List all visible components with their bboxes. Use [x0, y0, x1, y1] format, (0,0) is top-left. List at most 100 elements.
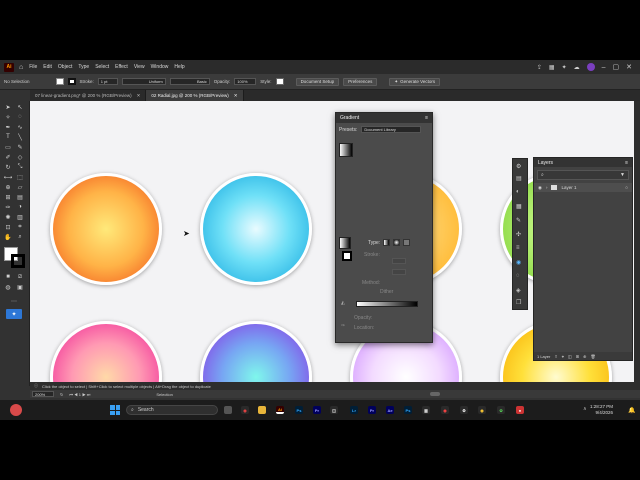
visibility-eye-icon[interactable]: ◉ [538, 185, 542, 191]
draw-mode-icon[interactable]: ◍ [4, 283, 12, 291]
generative-icon[interactable]: ✦ [6, 309, 22, 319]
chrome-canary-icon[interactable]: ◉ [478, 406, 486, 414]
menu-effect[interactable]: Effect [115, 64, 128, 70]
perspective-icon[interactable]: ▱ [16, 183, 24, 191]
presets-dropdown[interactable]: Document Library [361, 126, 422, 133]
radial-gradient-circle-pink[interactable] [50, 321, 162, 386]
weather-icon[interactable] [10, 404, 22, 416]
home-icon[interactable]: ⌂ [19, 64, 23, 71]
app-icon-2[interactable]: ▥ [422, 406, 430, 414]
blend-icon[interactable]: ◑ [16, 203, 24, 211]
arrange-icon[interactable]: ▦ [549, 64, 555, 71]
pen-tool-icon[interactable]: ✒ [4, 123, 12, 131]
zoom-dropdown[interactable]: 200% [32, 391, 54, 397]
free-transform-icon[interactable]: ⬚ [16, 173, 24, 181]
premiere-icon[interactable]: Pr [313, 406, 321, 414]
brush-definition[interactable]: Basic [169, 78, 210, 85]
chrome-icon[interactable]: ◉ [241, 406, 249, 414]
selection-tool-icon[interactable]: ➤ [4, 103, 12, 111]
brushes-icon[interactable]: ✎ [516, 217, 521, 224]
line-tool-icon[interactable]: ╲ [16, 133, 24, 141]
slice-icon[interactable]: ⌗ [16, 223, 24, 231]
panel-menu-icon[interactable]: ≡ [425, 115, 428, 121]
stroke-panel-icon[interactable]: ≡ [516, 245, 520, 251]
stroke-gradient-icon[interactable] [342, 251, 352, 261]
maximize-icon[interactable]: ▢ [613, 63, 620, 71]
menu-object[interactable]: Object [58, 64, 72, 70]
transparency-icon[interactable]: ◌ [516, 273, 520, 279]
gradient-slider[interactable] [356, 301, 418, 307]
clipping-mask-icon[interactable]: ◫ [568, 354, 572, 359]
fill-swatch[interactable] [55, 78, 64, 85]
tab-linear-gradient[interactable]: 07 linear-gradient.png* @ 200 % (RGB/Pre… [30, 90, 147, 101]
scale-icon[interactable]: ⤡ [16, 163, 24, 171]
app-icon[interactable]: ◫ [330, 406, 338, 414]
task-view-icon[interactable] [224, 406, 232, 414]
clock[interactable]: 1:28:27 PM 9/4/2026 [590, 404, 613, 416]
layer-row[interactable]: ◉ › Layer 1 ○ [534, 183, 632, 192]
angle-field[interactable] [392, 258, 406, 264]
photoshop-icon[interactable]: Ps [295, 406, 303, 414]
document-setup-button[interactable]: Document Setup [295, 77, 340, 86]
start-icon[interactable] [110, 405, 120, 415]
panel-menu-icon[interactable]: ≡ [625, 160, 628, 166]
radial-gradient-circle-violet[interactable] [200, 321, 312, 386]
color-mode-icon[interactable]: ■ [4, 273, 12, 281]
stroke-weight-input[interactable]: 1 pt [97, 78, 118, 85]
properties-icon[interactable]: ⚙ [516, 163, 521, 170]
radial-gradient-circle-cyan[interactable] [200, 173, 312, 285]
appearance-icon[interactable]: ◈ [516, 287, 521, 294]
vertical-scrollbar[interactable] [634, 101, 640, 386]
menu-help[interactable]: Help [174, 64, 184, 70]
layers-panel-header[interactable]: Layers ≡ [534, 158, 632, 167]
horizontal-scroll-thumb[interactable] [430, 392, 440, 396]
filter-icon[interactable]: ▼ [620, 172, 625, 178]
after-effects-icon[interactable]: Ae [386, 406, 394, 414]
gradient-panel-icon[interactable]: ◉ [516, 259, 521, 266]
tray-chevron-icon[interactable]: ∧ [583, 406, 587, 412]
rotate-view-icon[interactable]: ↻ [60, 392, 63, 397]
notifications-icon[interactable]: 🔔 [628, 407, 635, 414]
shaper-icon[interactable]: ✐ [4, 153, 12, 161]
share-icon[interactable]: ⇪ [537, 64, 542, 71]
taskbar-search[interactable]: ⌕ Search [126, 405, 218, 415]
menu-type[interactable]: Type [78, 64, 89, 70]
generate-vectors-button[interactable]: ✦ Generate Vectors [389, 77, 441, 86]
none-color-icon[interactable]: ⧄ [16, 273, 24, 281]
aspect-field[interactable] [392, 269, 406, 275]
cloud-icon[interactable]: ☁ [574, 64, 580, 71]
recorder-icon[interactable]: ● [516, 406, 524, 414]
target-icon[interactable]: ○ [625, 185, 628, 190]
chrome-icon-2[interactable]: ◉ [441, 406, 449, 414]
delete-icon[interactable]: 🗑 [590, 354, 595, 359]
settings-icon[interactable]: ⚙ [460, 406, 468, 414]
graph-tool-icon[interactable]: ▥ [16, 213, 24, 221]
close-icon[interactable]: ✕ [626, 63, 632, 71]
color-icon[interactable]: ◐ [516, 189, 520, 195]
lightroom-icon[interactable]: Lr [350, 406, 358, 414]
file-explorer-icon[interactable] [258, 406, 266, 414]
gradient-annotator-icon[interactable]: ◭ [341, 300, 345, 306]
mesh-icon[interactable]: ⊞ [4, 193, 12, 201]
menu-edit[interactable]: Edit [43, 64, 52, 70]
magic-wand-icon[interactable]: ✧ [4, 113, 12, 121]
radial-gradient-circle-orange[interactable] [50, 173, 162, 285]
layers-search-field[interactable]: ⌕ ▼ [537, 170, 629, 180]
rotate-icon[interactable]: ↻ [4, 163, 12, 171]
stroke-color-icon[interactable] [11, 254, 25, 268]
paintbrush-icon[interactable]: ✎ [16, 143, 24, 151]
stroke-swatch[interactable] [67, 78, 76, 85]
app-icon-3[interactable]: ✿ [497, 406, 505, 414]
minimize-icon[interactable]: – [602, 64, 606, 71]
swatches-icon[interactable]: ▦ [516, 203, 522, 210]
rectangle-tool-icon[interactable]: ▭ [4, 143, 12, 151]
type-tool-icon[interactable]: T [4, 133, 12, 141]
direct-selection-icon[interactable]: ↖ [16, 103, 24, 111]
variable-width-profile[interactable]: Uniform [121, 78, 166, 85]
preferences-button[interactable]: Preferences [343, 77, 378, 86]
illustrator-taskbar-icon[interactable]: Ai [276, 406, 284, 414]
opacity-input[interactable]: 100% [234, 78, 257, 85]
layers-panel-icon[interactable]: ❐ [516, 299, 521, 306]
expand-icon[interactable]: › [546, 185, 548, 190]
libraries-icon[interactable]: ▤ [516, 175, 522, 182]
